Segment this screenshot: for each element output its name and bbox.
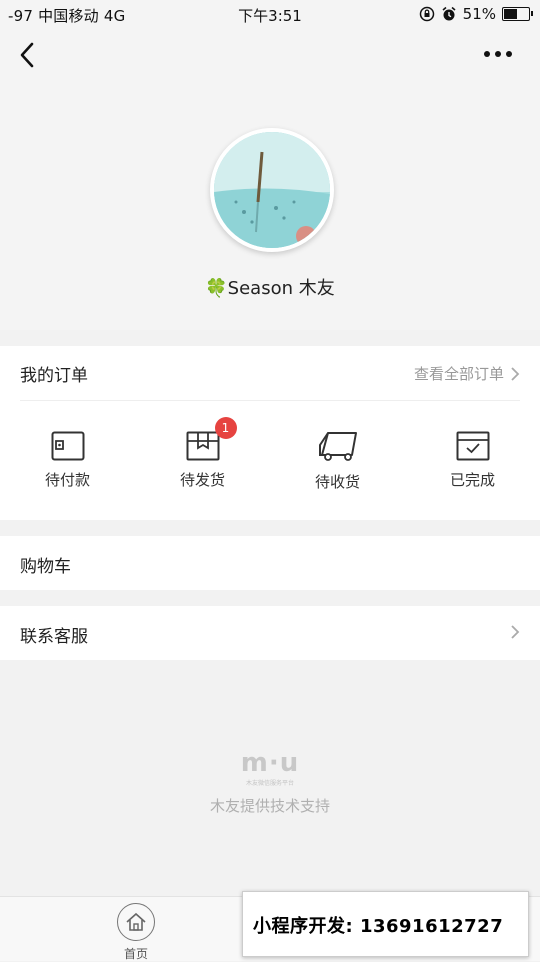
order-pending-payment[interactable]: 待付款 <box>8 431 128 492</box>
contact-service-label: 联系客服 <box>20 627 88 647</box>
avatar-image <box>214 132 330 248</box>
truck-icon <box>318 432 357 461</box>
order-pending-shipment-label: 待发货 <box>179 471 225 489</box>
promo-text: 小程序开发: 13691612727 <box>253 916 504 937</box>
order-completed[interactable]: 已完成 <box>413 431 533 492</box>
more-dots-icon[interactable] <box>484 44 520 64</box>
wallet-icon <box>51 431 84 461</box>
status-icons: 51% <box>419 5 533 23</box>
tech-support-text: 木友提供技术支持 <box>209 797 330 815</box>
avatar[interactable] <box>210 128 334 252</box>
promo-banner: 小程序开发: 13691612727 <box>242 891 529 957</box>
back-chevron-icon[interactable] <box>14 40 44 70</box>
brand-logo: m·u <box>240 748 300 778</box>
chevron-right-icon <box>511 366 520 381</box>
brand-tagline: 木友微信服务平台 <box>245 780 294 787</box>
order-pending-receipt[interactable]: 待收货 <box>278 431 398 492</box>
order-pending-receipt-label: 待收货 <box>314 473 360 491</box>
cart-label: 购物车 <box>20 557 71 577</box>
order-completed-label: 已完成 <box>449 471 495 489</box>
battery-percent: 51% <box>462 5 496 23</box>
alarm-icon <box>442 6 456 21</box>
user-name: Season 木友 <box>227 278 335 299</box>
orders-title: 我的订单 <box>20 366 88 386</box>
tab-home[interactable]: 首页 <box>114 903 158 962</box>
clover-icon: 🍀 <box>205 278 228 299</box>
orders-header: 我的订单 查看全部订单 <box>20 346 520 401</box>
profile-name: 🍀Season 木友 <box>0 274 540 300</box>
contact-service-row[interactable]: 联系客服 <box>0 606 540 660</box>
view-all-orders-link[interactable]: 查看全部订单 <box>414 363 520 384</box>
order-pending-shipment[interactable]: 1 待发货 <box>143 417 263 492</box>
home-icon <box>117 903 155 941</box>
box-icon <box>186 431 219 461</box>
status-bar: -97 中国移动 4G 下午3:51 51% <box>0 0 540 28</box>
order-status-list: 待付款 1 待发货 待收货 已完成 <box>0 417 540 492</box>
rotation-lock-icon <box>419 6 434 22</box>
battery-icon <box>502 7 533 21</box>
check-box-icon <box>456 431 489 461</box>
pending-shipment-badge: 1 <box>214 417 237 439</box>
brand-footer: m·u 木友微信服务平台 木友提供技术支持 <box>0 748 540 816</box>
view-all-orders-label: 查看全部订单 <box>413 365 504 383</box>
cart-row[interactable]: 购物车 <box>0 536 540 590</box>
orders-card: 我的订单 查看全部订单 待付款 1 待发货 待收货 已完成 <box>0 346 540 520</box>
order-pending-payment-label: 待付款 <box>44 471 90 489</box>
chevron-right-icon <box>511 625 520 639</box>
profile-header: 🍀Season 木友 <box>0 84 540 330</box>
tab-home-label: 首页 <box>123 947 148 961</box>
nav-bar <box>0 28 540 84</box>
